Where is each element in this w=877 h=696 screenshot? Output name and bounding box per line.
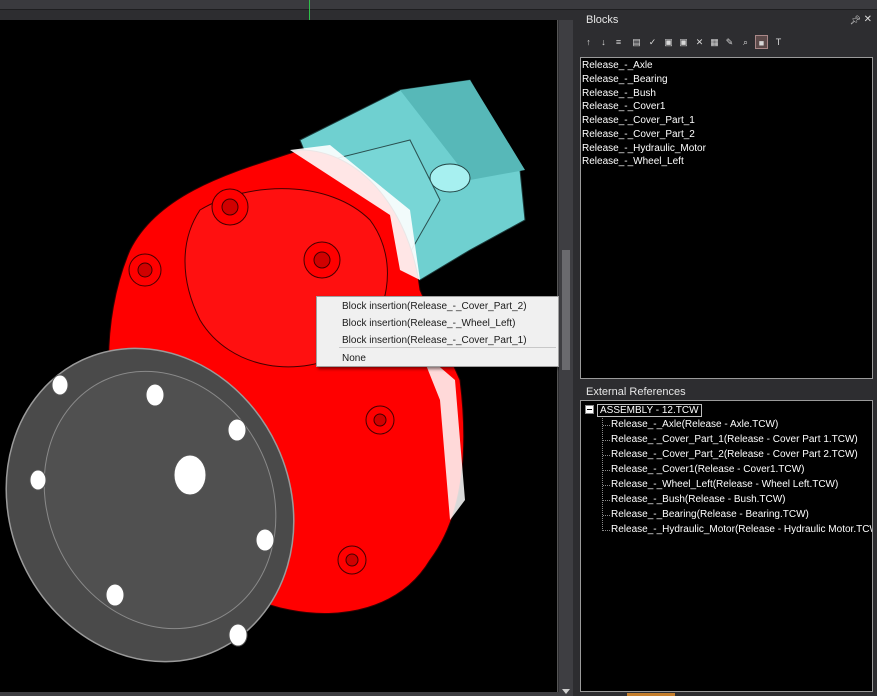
blocks-panel-title: Blocks [586,14,619,26]
scrollbar-thumb[interactable] [562,250,570,370]
app-window: Block insertion(Release_-_Cover_Part_2) … [0,0,877,696]
list-item[interactable]: Release_-_Cover_Part_1 [582,114,695,128]
context-menu: Block insertion(Release_-_Cover_Part_2) … [316,296,559,367]
check-icon[interactable]: ✓ [646,35,659,49]
tree-item[interactable]: Release_-_Wheel_Left(Release - Wheel Lef… [611,478,838,492]
tree-root-label[interactable]: ASSEMBLY - 12.TCW [597,404,702,417]
blocks-list[interactable]: Release_-_Axle Release_-_Bearing Release… [580,57,873,379]
viewport-vertical-scrollbar[interactable] [559,20,573,696]
list-item[interactable]: Release_-_Hydraulic_Motor [582,142,706,156]
sort-desc-icon[interactable]: ↓ [597,35,610,49]
tree-item[interactable]: Release_-_Bush(Release - Bush.TCW) [611,493,786,507]
viewport-horizontal-scrollbar[interactable] [0,692,559,696]
list-item[interactable]: Release_-_Wheel_Left [582,155,684,169]
rename-icon[interactable]: ▦ [708,35,721,49]
tree-branch [603,425,610,426]
sort-icon[interactable]: ↑ [582,35,595,49]
tree-item[interactable]: Release_-_Axle(Release - Axle.TCW) [611,418,778,432]
menu-item-none[interactable]: None [317,350,558,367]
top-strip [0,0,877,20]
tree-item[interactable]: Release_-_Cover_Part_1(Release - Cover P… [611,433,858,447]
external-references-title: External References [586,386,686,398]
list-item[interactable]: Release_-_Bearing [582,73,668,87]
insert-icon[interactable]: ▣ [662,35,675,49]
tree-branch [603,440,610,441]
tree-item[interactable]: Release_-_Bearing(Release - Bearing.TCW) [611,508,809,522]
external-references-header: External References [580,382,877,402]
tree-branch [603,530,610,531]
tree-branch [603,500,610,501]
blocks-toolbar: ↑ ↓ ≡ ▤ ✓ ▣ ▣ ✕ ▦ ✎ ⌕ ■ T [580,32,877,54]
blocks-panel-header: Blocks 📌︎ ✕ [580,10,877,30]
menu-item-block-insertion-wheel-left[interactable]: Block insertion(Release_-_Wheel_Left) [317,315,558,332]
tree-branch [603,485,610,486]
search-icon[interactable]: ⌕ [739,35,752,49]
scroll-down-icon[interactable] [562,689,570,694]
collapse-icon[interactable] [585,405,594,414]
ec-icon[interactable]: ▤ [630,35,643,49]
list-icon[interactable]: ≡ [612,35,625,49]
tree-branch [603,515,610,516]
close-icon[interactable]: ✕ [864,10,872,30]
menu-separator [339,347,556,348]
delete-icon[interactable]: ✕ [693,35,706,49]
tree-root[interactable]: ASSEMBLY - 12.TCW [585,404,702,418]
block-icon[interactable]: ■ [755,35,768,49]
list-item[interactable]: Release_-_Axle [582,59,653,73]
tree-branch [603,455,610,456]
list-item[interactable]: Release_-_Bush [582,87,656,101]
external-references-tree[interactable]: ASSEMBLY - 12.TCW Release_-_Axle(Release… [580,400,873,692]
menu-item-block-insertion-cover-part-2[interactable]: Block insertion(Release_-_Cover_Part_2) [317,298,558,315]
insert-alt-icon[interactable]: ▣ [677,35,690,49]
list-item[interactable]: Release_-_Cover_Part_2 [582,128,695,142]
tree-item[interactable]: Release_-_Hydraulic_Motor(Release - Hydr… [611,523,872,537]
edit-icon[interactable]: ✎ [723,35,736,49]
tree-item[interactable]: Release_-_Cover1(Release - Cover1.TCW) [611,463,804,477]
text-icon[interactable]: T [772,35,785,49]
tree-item[interactable]: Release_-_Cover_Part_2(Release - Cover P… [611,448,858,462]
pin-icon[interactable]: 📌︎ [850,10,861,30]
tree-branch [603,470,610,471]
tab-indicator [309,0,310,20]
list-item[interactable]: Release_-_Cover1 [582,100,665,114]
